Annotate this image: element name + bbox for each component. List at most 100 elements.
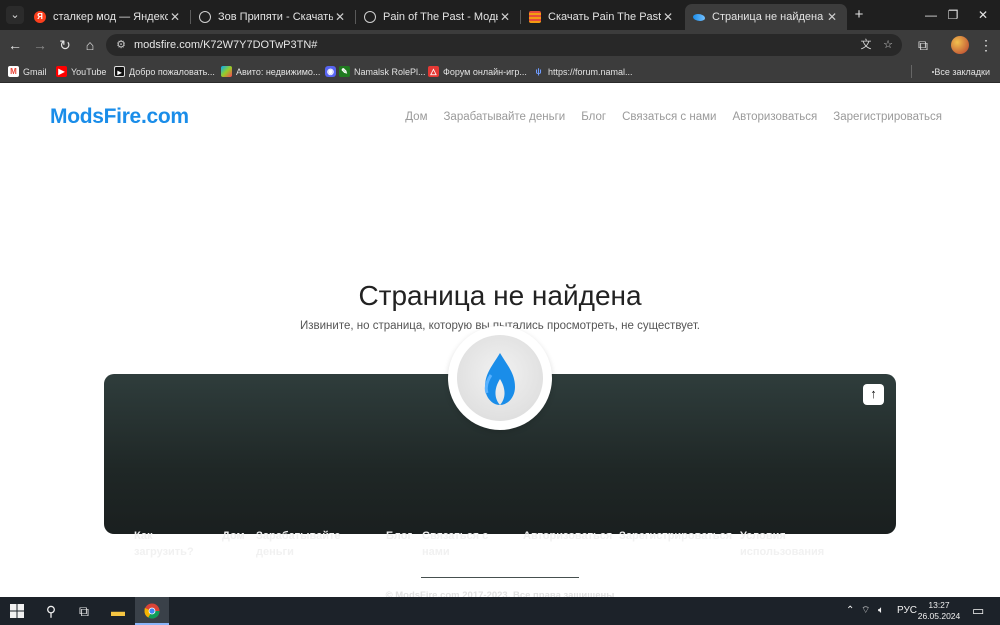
site-info-tune-icon[interactable]: ⚙ [113, 37, 129, 53]
network-icon[interactable]: ⌔ [861, 597, 870, 625]
bookmarks-bar: M Gmail ▶ YouTube ▸ Добро пожаловать... … [0, 60, 1000, 83]
footer-link-line: деньги [256, 546, 294, 558]
translate-icon[interactable]: 文 [858, 37, 874, 53]
back-arrow-icon[interactable]: ← [5, 35, 25, 55]
globe-icon [364, 11, 376, 23]
tab-modsfire-active[interactable]: Страница не найдена - ModsFire ✕ [685, 4, 847, 30]
site-logo-text: ModsFire.com [50, 105, 189, 128]
volume-icon[interactable]: 🔈︎ [878, 597, 884, 625]
address-bar[interactable]: ⚙ modsfire.com/K72W7Y7DOTwP3TN# 文 ☆ [106, 34, 902, 56]
footer-link-line: нами [422, 546, 450, 558]
footer-link-how-to-download[interactable]: Как загрузить? [134, 528, 194, 560]
footer-link-home[interactable]: Дом [222, 528, 245, 544]
modsfire-icon [693, 13, 705, 21]
bookmark-label: Добро пожаловать... [129, 66, 215, 77]
flame-logo-svg [484, 353, 515, 405]
bookmark-label: Форум онлайн-игр... [443, 66, 527, 77]
nav-home[interactable]: Дом [405, 111, 427, 123]
windows-logo-svg [10, 604, 24, 618]
search-icon[interactable]: ⚲ [34, 597, 68, 625]
nav-contact[interactable]: Связаться с нами [622, 111, 716, 123]
system-clock[interactable]: 13:27 26.05.2024 [914, 600, 964, 622]
footer-link-contact[interactable]: Связаться с нами [422, 528, 488, 560]
stripes-icon [529, 11, 541, 23]
tray-chevron-up-icon[interactable]: ⌃ [846, 597, 854, 625]
scroll-to-top-arrow-icon[interactable]: ↑ [863, 384, 884, 405]
home-icon[interactable]: ⌂ [80, 35, 100, 55]
all-bookmarks-button[interactable]: Все закладки [932, 63, 990, 80]
window-close-icon[interactable]: ✕ [960, 0, 1000, 30]
tab-zov-pripyati[interactable]: Зов Припяти - Скачать моды ✕ [191, 4, 355, 30]
nav-register[interactable]: Зарегистрироваться [833, 111, 942, 123]
nav-blog[interactable]: Блог [581, 111, 606, 123]
bookmark-icon: ▸ [114, 66, 125, 77]
youtube-icon: ▶ [56, 66, 67, 77]
bookmark-label: YouTube [71, 66, 107, 77]
browser-toolbar: ← → ↻ ⌂ ⚙ modsfire.com/K72W7Y7DOTwP3TN# … [0, 30, 1000, 60]
tab-title: Скачать Pain The Past 2020 [548, 11, 661, 23]
close-icon[interactable]: ✕ [168, 10, 182, 24]
bookmark-forum-namalsk[interactable]: ψ https://forum.namal... [533, 63, 632, 80]
forward-arrow-icon[interactable]: → [30, 35, 50, 55]
wrench-icon: ✎ [339, 66, 350, 77]
bookmark-namalsk-discord[interactable]: ◉ ✎ Namalsk RolePl... [325, 63, 426, 80]
avito-icon [221, 66, 232, 77]
bookmark-label: Gmail [23, 66, 47, 77]
footer-link-line: Условия [740, 530, 786, 542]
tab-yandex[interactable]: Я сталкер мод — Яндекс: нашлось ✕ [26, 4, 190, 30]
profile-avatar[interactable] [951, 36, 969, 54]
close-icon[interactable]: ✕ [661, 10, 675, 24]
close-icon[interactable]: ✕ [498, 10, 512, 24]
bookmark-label: Namalsk RolePl... [354, 66, 426, 77]
extensions-puzzle-icon[interactable]: ⧉ [913, 35, 933, 55]
tab-search-chevron-icon[interactable]: ⌄ [6, 6, 24, 24]
nav-earn-money[interactable]: Зарабатывайте деньги [443, 111, 565, 123]
url-text[interactable]: modsfire.com/K72W7Y7DOTwP3TN# [134, 34, 317, 56]
footer-link-line: Зарегистрироваться [619, 530, 733, 542]
notifications-icon[interactable]: ▭ [972, 597, 984, 625]
bookmark-avito[interactable]: Авито: недвижимо... [221, 63, 320, 80]
footer-link-line: использования [740, 546, 825, 558]
bookmark-forum[interactable]: △ Форум онлайн-игр... [428, 63, 527, 80]
windows-start-icon[interactable] [0, 597, 34, 625]
flame-icon [457, 335, 543, 421]
all-bookmarks-label: Все закладки [934, 66, 990, 77]
footer-link-line: Связаться с [422, 530, 489, 542]
close-icon[interactable]: ✕ [333, 10, 347, 24]
bookmark-welcome[interactable]: ▸ Добро пожаловать... [114, 63, 215, 80]
footer-link-earn-money[interactable]: Зарабатывайте деньги [256, 528, 341, 560]
footer-link-terms[interactable]: Условия использования [740, 528, 824, 560]
chrome-taskbar-icon[interactable] [135, 597, 169, 625]
bookmark-gmail[interactable]: M Gmail [8, 63, 47, 80]
footer-link-login[interactable]: Авторизоваться [523, 528, 612, 544]
globe-icon [199, 11, 211, 23]
tab-strip: ⌄ Я сталкер мод — Яндекс: нашлось ✕ Зов … [0, 0, 1000, 30]
nav-login[interactable]: Авторизоваться [732, 111, 817, 123]
chrome-logo-svg [144, 603, 160, 619]
footer-link-blog[interactable]: Блог [386, 528, 412, 544]
windows-taskbar: ⚲ ⧉ ▬ ⌃ ⌔ 🔈︎ РУС 13:27 26.05.2024 ▭ [0, 597, 1000, 625]
bookmark-youtube[interactable]: ▶ YouTube [56, 63, 106, 80]
tab-download-pain-the-past[interactable]: Скачать Pain The Past 2020 ✕ [521, 4, 683, 30]
bookmark-label: Авито: недвижимо... [236, 66, 321, 77]
namalsk-icon: ψ [535, 67, 542, 76]
tab-title: Pain of The Past - Моды Зов Припяти [383, 11, 498, 23]
menu-kebab-icon[interactable]: ⋮ [976, 35, 996, 55]
tab-pain-of-the-past[interactable]: Pain of The Past - Моды Зов Припяти ✕ [356, 4, 520, 30]
reload-icon[interactable]: ↻ [55, 35, 75, 55]
footer-link-line: загрузить? [134, 546, 194, 558]
task-view-icon[interactable]: ⧉ [67, 597, 101, 625]
footer-link-line: Авторизоваться [523, 530, 613, 542]
footer-link-register[interactable]: Зарегистрироваться [619, 528, 732, 544]
footer-copyright: © ModsFire.com 2017-2023. Все права защи… [385, 590, 615, 597]
error-title: Страница не найдена [358, 280, 642, 311]
site-logo[interactable]: ModsFire.com [50, 105, 189, 129]
new-tab-plus-icon[interactable]: + [850, 6, 868, 24]
footer-link-line: Блог [386, 530, 413, 542]
star-bookmark-icon[interactable]: ☆ [880, 37, 896, 53]
file-explorer-icon[interactable]: ▬ [101, 597, 135, 625]
close-icon[interactable]: ✕ [825, 10, 839, 24]
tab-title: Страница не найдена - ModsFire [712, 11, 825, 23]
bookmarks-divider [911, 65, 912, 78]
footer-divider [421, 577, 579, 578]
